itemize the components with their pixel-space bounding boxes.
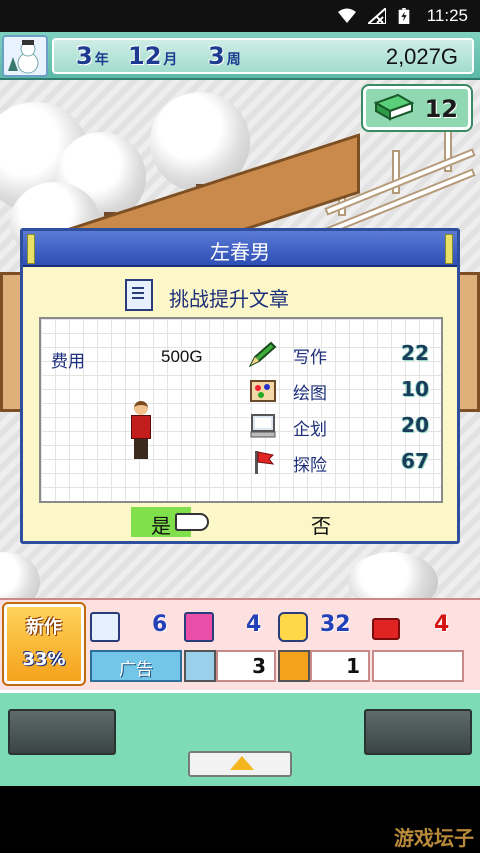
stat-label: 探险 [293,456,327,476]
computer-icon [250,414,276,438]
smile-icon [278,612,308,642]
document-icon [90,612,120,642]
wifi-icon [338,8,356,23]
new-title: 新作 [26,617,62,638]
no-signal-icon [368,8,386,24]
slot-2-value: 1 [346,654,360,678]
menu-toggle-button[interactable] [188,751,292,777]
money-display: 2,027G [385,44,458,69]
stat-value: 22 [401,341,429,365]
pointing-hand-icon [175,513,209,531]
cost-value: 500G [161,347,203,366]
stat-label: 企划 [293,420,327,440]
left-menu-button[interactable] [8,709,116,755]
slot-1-value: 3 [252,654,266,678]
no-label: 否 [311,514,331,538]
bottom-bar [0,690,480,786]
book-icon [373,93,415,121]
ad-label: 广告 [119,660,153,680]
monitor-count: 4 [246,612,262,637]
slot-3 [372,650,464,682]
year-unit: 年 [94,52,109,68]
palette-icon [250,380,276,402]
employee-sprite [127,401,155,461]
week-unit: 周 [226,52,241,68]
employee-name: 左春男 [210,240,270,264]
monitor-icon [184,612,214,642]
week-number: 3 [208,42,225,70]
month-number: 12 [128,42,162,70]
footer: 游戏坛子 [0,786,480,853]
stat-label: 写作 [293,348,327,368]
clock: 11:25 [426,6,468,25]
stat-graphics: 绘图 10 [249,375,429,405]
yes-label: 是 [151,514,171,538]
chart-icon [184,650,216,682]
stat-adventure: 探险 67 [249,447,429,477]
status-bar: 11:25 [0,0,480,32]
pencil-icon [249,341,277,367]
new-progress: 33% [22,649,66,670]
season-snowman-icon [2,35,48,77]
stat-value: 67 [401,449,429,473]
slot-1: 3 [216,650,276,682]
date-display: 3年 12 月 3周 2,027G [52,38,474,74]
document-icon [125,279,153,311]
watermark-logo: 游戏坛子 [394,826,474,850]
advertising-button[interactable]: 广告 [90,650,182,682]
flag-icon [255,451,275,474]
new-game-progress-button[interactable]: 新作 33% [2,602,86,686]
stat-value: 10 [401,377,429,401]
slot-2: 1 [310,650,370,682]
dialog-titlebar: 左春男 [23,231,457,267]
red-truck-icon [372,618,400,640]
fan-count: 32 [320,612,351,637]
stat-value: 20 [401,413,429,437]
stat-writing: 写作 22 [249,339,429,369]
right-menu-button[interactable] [364,709,472,755]
year-number: 3 [76,42,93,70]
stat-label: 绘图 [293,384,327,404]
person-icon [278,650,310,682]
research-points-button[interactable]: 12 [361,84,473,132]
snowy-tree [0,552,40,598]
training-dialog: 左春男 挑战提升文章 费用 500G 写作 22 绘图 10 企划 20 探险 … [20,228,460,544]
details-panel: 费用 500G 写作 22 绘图 10 企划 20 探险 67 [39,317,443,503]
arrow-up-icon [230,756,254,770]
research-points-value: 12 [424,95,458,123]
stat-planning: 企划 20 [249,411,429,441]
cost-label: 费用 [51,352,85,372]
red-count: 4 [434,612,450,637]
no-button[interactable]: 否 [293,507,353,538]
month-unit: 月 [163,52,178,68]
snowy-tree [348,552,438,598]
document-count: 6 [152,612,168,637]
heading-text: 挑战提升文章 [169,287,289,311]
battery-icon [398,8,410,24]
